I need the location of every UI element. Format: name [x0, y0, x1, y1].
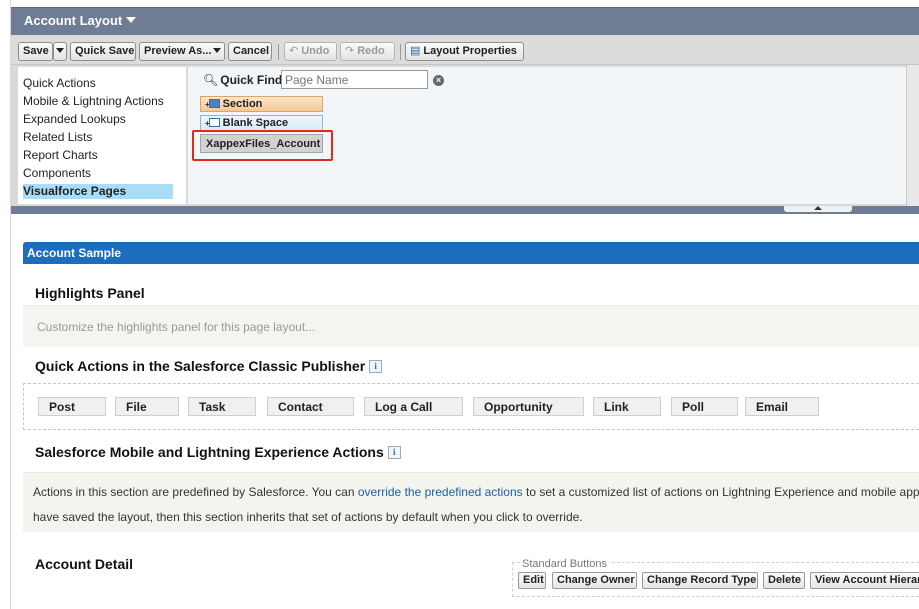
mobile-actions-title: Salesforce Mobile and Lightning Experien…: [35, 444, 401, 460]
palette-resize-bar: [11, 206, 919, 214]
cancel-button[interactable]: Cancel: [228, 42, 272, 61]
preview-as-label: Preview As...: [144, 45, 212, 57]
undo-icon: ↶: [289, 45, 299, 57]
mobile-actions-title-text: Salesforce Mobile and Lightning Experien…: [35, 444, 384, 460]
chevron-down-icon: [126, 17, 137, 23]
chevron-down-icon: [56, 48, 64, 53]
chevron-down-icon: [213, 48, 222, 53]
layout-canvas: Account Sample Highlights Panel Customiz…: [11, 215, 919, 609]
search-icon: 🔍︎: [203, 73, 219, 87]
left-margin: [0, 0, 11, 609]
quick-actions-title: Quick Actions in the Salesforce Classic …: [35, 358, 383, 374]
save-label: Save: [23, 45, 49, 57]
highlights-panel-title: Highlights Panel: [35, 285, 145, 301]
palette-category-list: Quick Actions Mobile & Lightning Actions…: [18, 67, 186, 204]
undo-label: Undo: [301, 45, 330, 57]
quick-action-poll[interactable]: Poll: [671, 397, 738, 416]
standard-buttons-label: Standard Buttons: [520, 558, 610, 570]
category-expanded-lookups[interactable]: Expanded Lookups: [23, 112, 126, 127]
category-related-lists[interactable]: Related Lists: [23, 130, 92, 145]
preview-as-button[interactable]: Preview As...: [139, 42, 225, 61]
description-text: Actions in this section are predefined b…: [33, 485, 358, 499]
quick-action-link[interactable]: Link: [593, 397, 661, 416]
save-dropdown-button[interactable]: [53, 42, 67, 61]
properties-icon: ▤: [410, 45, 421, 57]
category-mobile-lightning-actions[interactable]: Mobile & Lightning Actions: [23, 94, 164, 109]
info-icon[interactable]: i: [369, 360, 383, 373]
palette-item-label: Blank Space: [222, 117, 289, 129]
quick-actions-title-text: Quick Actions in the Salesforce Classic …: [35, 358, 366, 374]
quick-save-button[interactable]: Quick Save: [70, 42, 136, 61]
palette-item-label: Section: [222, 98, 263, 110]
toolbar: Save Quick Save Preview As... Cancel ↶ Un…: [11, 35, 919, 65]
mobile-actions-section: Actions in this section are predefined b…: [23, 472, 919, 532]
toolbar-divider: [278, 44, 279, 60]
layout-title-menu[interactable]: Account Layout: [24, 13, 137, 28]
layout-properties-button[interactable]: ▤ Layout Properties: [405, 42, 524, 61]
collapse-palette-handle[interactable]: [784, 206, 852, 212]
cancel-label: Cancel: [233, 45, 270, 57]
highlights-placeholder: Customize the highlights panel for this …: [37, 320, 316, 334]
quick-action-file[interactable]: File: [115, 397, 179, 416]
palette: Quick Actions Mobile & Lightning Actions…: [11, 65, 919, 206]
category-components[interactable]: Components: [23, 166, 91, 181]
category-quick-actions[interactable]: Quick Actions: [23, 76, 96, 91]
quick-action-email[interactable]: Email: [745, 397, 819, 416]
view-account-hierarchy-button[interactable]: View Account Hierar: [810, 572, 919, 589]
quick-action-contact[interactable]: Contact: [267, 397, 354, 416]
undo-button[interactable]: ↶ Undo: [284, 42, 337, 61]
info-icon[interactable]: i: [387, 446, 401, 459]
layout-title: Account Layout: [24, 13, 123, 28]
standard-buttons-section: Standard Buttons Edit Change Owner Chang…: [512, 558, 919, 597]
description-text: to set a customized list of actions on L…: [522, 485, 919, 499]
edit-button[interactable]: Edit: [518, 572, 546, 589]
blank-box-icon: [208, 118, 220, 127]
highlights-panel[interactable]: Customize the highlights panel for this …: [23, 305, 919, 347]
palette-item-section[interactable]: + Section: [200, 96, 323, 112]
change-owner-button[interactable]: Change Owner: [552, 572, 637, 589]
highlight-box: [192, 130, 333, 161]
mobile-actions-description: Actions in this section are predefined b…: [33, 485, 919, 499]
quick-find-text: Quick Find: [220, 73, 283, 87]
category-visualforce-pages[interactable]: Visualforce Pages: [23, 184, 173, 199]
category-report-charts[interactable]: Report Charts: [23, 148, 98, 163]
quick-action-opportunity[interactable]: Opportunity: [473, 397, 584, 416]
redo-icon: ↷: [345, 45, 355, 57]
quick-find-input[interactable]: [281, 70, 428, 89]
layout-editor-header: Account Layout: [11, 7, 919, 35]
palette-item-blank-space[interactable]: + Blank Space: [200, 115, 323, 131]
layout-properties-label: Layout Properties: [423, 45, 517, 57]
mobile-actions-description-line2: have saved the layout, then this section…: [33, 510, 583, 524]
chevron-up-icon: [814, 206, 822, 210]
quick-action-log-a-call[interactable]: Log a Call: [364, 397, 463, 416]
quick-action-task[interactable]: Task: [188, 397, 256, 416]
quick-save-label: Quick Save: [75, 45, 135, 57]
section-box-icon: [208, 99, 220, 108]
quick-find-label: 🔍︎ Quick Find: [203, 73, 282, 87]
quick-actions-section: Post File Task Contact Log a Call Opport…: [23, 383, 919, 430]
palette-scrollbar[interactable]: [906, 65, 919, 206]
redo-button[interactable]: ↷ Redo: [340, 42, 395, 61]
change-record-type-button[interactable]: Change Record Type: [642, 572, 758, 589]
toolbar-divider: [400, 44, 401, 60]
account-detail-title: Account Detail: [35, 556, 134, 572]
delete-button[interactable]: Delete: [763, 572, 805, 589]
save-button[interactable]: Save: [18, 42, 53, 61]
override-actions-link[interactable]: override the predefined actions: [358, 485, 523, 499]
page-layout-header: Account Sample: [23, 242, 919, 264]
clear-icon[interactable]: ×: [433, 75, 444, 86]
redo-label: Redo: [357, 45, 385, 57]
quick-action-post[interactable]: Post: [38, 397, 106, 416]
